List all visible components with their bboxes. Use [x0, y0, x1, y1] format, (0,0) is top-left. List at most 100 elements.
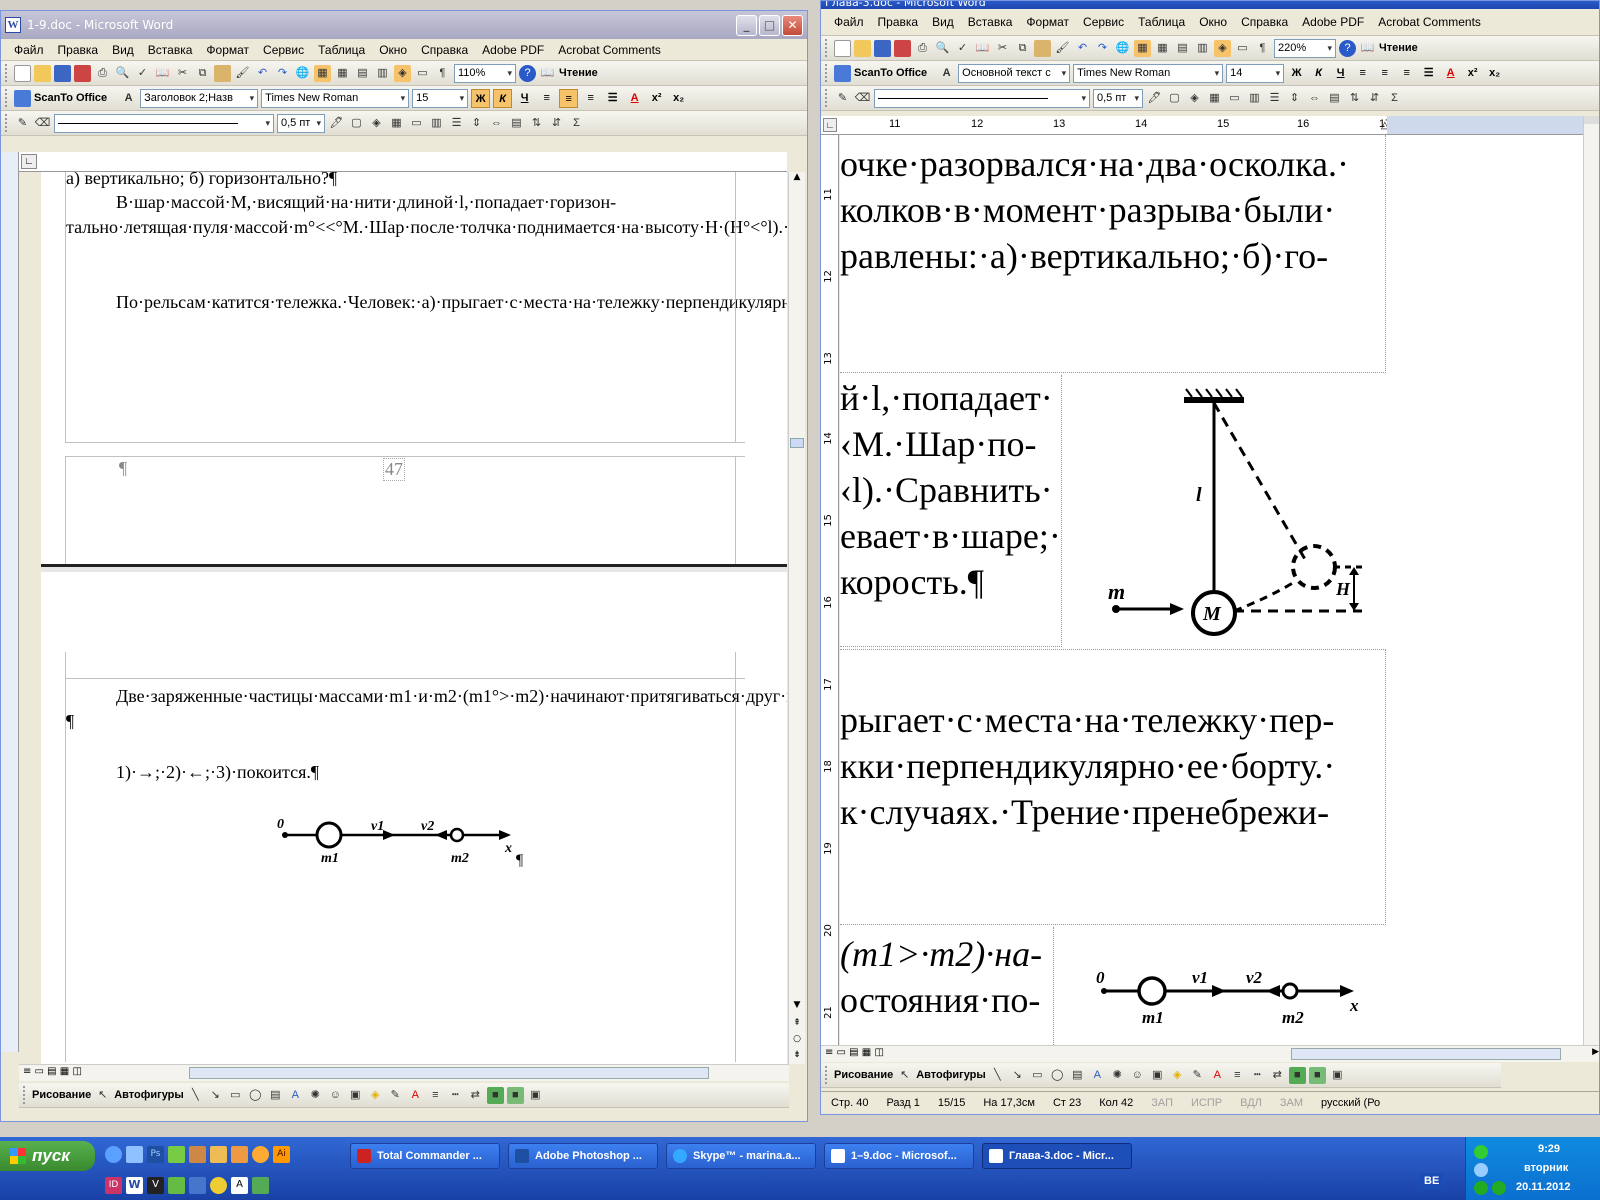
scroll-up-arrow-icon[interactable]: ▲	[789, 172, 805, 189]
sort-desc-icon[interactable]: ⇵	[548, 115, 565, 132]
scroll-thumb[interactable]	[790, 438, 804, 448]
read-button[interactable]: Чтение	[559, 67, 598, 79]
tables-borders-icon[interactable]: ▦	[1134, 39, 1151, 57]
select-objects-icon[interactable]: ↖	[896, 1067, 913, 1084]
scroll-thumb-h[interactable]	[1291, 1048, 1561, 1060]
bullets-button[interactable]: ☰	[1419, 64, 1438, 83]
drawing-menu[interactable]: Рисование	[834, 1069, 893, 1081]
line-color-icon[interactable]: ✎	[1189, 1067, 1206, 1084]
menu-help[interactable]: Справка	[414, 43, 475, 57]
autosum-icon[interactable]: Σ	[568, 115, 585, 132]
clipart-icon[interactable]: ☺	[327, 1087, 344, 1104]
italic-button[interactable]: К	[1309, 64, 1328, 83]
indesign-icon[interactable]: ID	[105, 1177, 122, 1194]
scroll-down-arrow-icon[interactable]: ▼	[789, 1000, 805, 1010]
shadow-icon[interactable]: ■	[486, 1086, 504, 1104]
insert-excel-icon[interactable]: ▤	[1174, 40, 1191, 57]
word-icon[interactable]: W	[126, 1177, 143, 1194]
subscript-button[interactable]: x₂	[669, 89, 688, 108]
tab-selector[interactable]: ∟	[823, 118, 837, 132]
menu-view[interactable]: Вид	[105, 43, 141, 57]
fill-color-icon[interactable]: ◈	[1169, 1067, 1186, 1084]
app-clock-icon[interactable]	[252, 1146, 269, 1163]
view-modes-icon[interactable]: ≡ ▭ ▤ ▦ ◫	[825, 1047, 884, 1058]
zoom-select[interactable]: 110%	[454, 63, 516, 83]
cut-icon[interactable]: ✂	[994, 40, 1011, 57]
line-width-select[interactable]: 0,5 пт	[277, 113, 325, 133]
align-left-button[interactable]: ≡	[537, 89, 556, 108]
menu-table[interactable]: Таблица	[1131, 15, 1192, 29]
oval-icon[interactable]: ◯	[247, 1087, 264, 1104]
toolbar-grip[interactable]	[5, 89, 8, 107]
scroll-thumb-h[interactable]	[189, 1067, 709, 1079]
merge-cells-icon[interactable]: ▭	[1226, 90, 1243, 107]
menu-format[interactable]: Формат	[199, 43, 256, 57]
size-select[interactable]: 14	[1226, 63, 1285, 83]
save-icon[interactable]	[54, 64, 71, 82]
dash-style-icon[interactable]: ┅	[447, 1087, 464, 1104]
autosum-icon[interactable]: Σ	[1386, 90, 1403, 107]
left-titlebar[interactable]: W 1-9.doc - Microsoft Word _ □ ✕	[1, 11, 807, 39]
next-page-icon[interactable]: ⇟	[789, 1050, 805, 1060]
ie-icon[interactable]	[105, 1146, 122, 1163]
line-icon[interactable]: ╲	[989, 1067, 1006, 1084]
menu-format[interactable]: Формат	[1019, 15, 1076, 29]
scanto-button[interactable]: ScanTo Office	[34, 92, 107, 104]
line-style-icon[interactable]: ≡	[427, 1087, 444, 1104]
open-icon[interactable]	[854, 39, 871, 57]
menu-adobe-pdf[interactable]: Adobe PDF	[1295, 15, 1371, 29]
new-icon[interactable]	[14, 64, 31, 82]
tray-app-icon[interactable]	[1474, 1181, 1488, 1195]
spelling-icon[interactable]: ✓	[134, 65, 151, 82]
new-icon[interactable]	[834, 39, 851, 57]
right-titlebar[interactable]: Глава-3.doc - Microsoft Word	[821, 1, 1599, 9]
superscript-button[interactable]: x²	[647, 89, 666, 108]
rectangle-icon[interactable]: ▭	[1029, 1067, 1046, 1084]
permission-icon[interactable]	[74, 64, 91, 82]
insert-table2-icon[interactable]: ▦	[388, 115, 405, 132]
border-color-icon[interactable]: 🖊	[328, 115, 345, 132]
menu-edit[interactable]: Правка	[51, 43, 106, 57]
insert-table-icon[interactable]: ▦	[1154, 40, 1171, 57]
select-objects-icon[interactable]: ↖	[94, 1087, 111, 1104]
format-painter-icon[interactable]: 🖌	[1054, 40, 1071, 57]
split-cells-icon[interactable]: ▥	[1246, 90, 1263, 107]
arrow-icon[interactable]: ↘	[1009, 1067, 1026, 1084]
distribute-cols-icon[interactable]: ⇔	[488, 115, 505, 132]
menu-file[interactable]: Файл	[827, 15, 871, 29]
wordart-icon[interactable]: A	[287, 1087, 304, 1104]
view-modes-icon[interactable]: ≡ ▭ ▤ ▦ ◫	[23, 1066, 82, 1077]
menu-acrobat-comments[interactable]: Acrobat Comments	[1371, 15, 1488, 29]
toolbar-grip[interactable]	[23, 1086, 26, 1104]
show-hide-icon[interactable]: ¶	[434, 65, 451, 82]
undo-icon[interactable]: ↶	[254, 65, 271, 82]
status-ovr[interactable]: ЗАМ	[1280, 1097, 1303, 1109]
draw-table-icon[interactable]: ✎	[834, 90, 851, 107]
insert-table2-icon[interactable]: ▦	[1206, 90, 1223, 107]
preview-icon[interactable]: 🔍	[114, 65, 131, 82]
task-word-1-9[interactable]: 1–9.doc - Microsof...	[824, 1143, 974, 1169]
browse-object-icon[interactable]: ○	[789, 1034, 805, 1044]
app-media-icon[interactable]	[231, 1146, 248, 1163]
menu-window[interactable]: Окно	[1192, 15, 1234, 29]
open-icon[interactable]	[34, 64, 51, 82]
menu-table[interactable]: Таблица	[311, 43, 372, 57]
hyperlink-icon[interactable]: 🌐	[294, 65, 311, 82]
read-icon[interactable]: 📖	[539, 65, 556, 82]
scroll-right-arrow-icon[interactable]: ▶	[1592, 1047, 1599, 1057]
drawing-menu[interactable]: Рисование	[32, 1089, 91, 1101]
app-tools-icon[interactable]	[189, 1146, 206, 1163]
sort-asc-icon[interactable]: ⇅	[1346, 90, 1363, 107]
menu-help[interactable]: Справка	[1234, 15, 1295, 29]
split-box[interactable]	[1584, 116, 1599, 124]
app-scan-icon[interactable]	[252, 1177, 269, 1194]
toolbar-grip[interactable]	[825, 1066, 828, 1084]
help-icon[interactable]: ?	[1339, 39, 1356, 57]
align-left-button[interactable]: ≡	[1353, 64, 1372, 83]
autoshapes-menu[interactable]: Автофигуры	[916, 1069, 986, 1081]
font-color-button[interactable]: A	[1441, 64, 1460, 83]
line-icon[interactable]: ╲	[187, 1087, 204, 1104]
sort-desc-icon[interactable]: ⇵	[1366, 90, 1383, 107]
undo-icon[interactable]: ↶	[1074, 40, 1091, 57]
hyperlink-icon[interactable]: 🌐	[1114, 40, 1131, 57]
